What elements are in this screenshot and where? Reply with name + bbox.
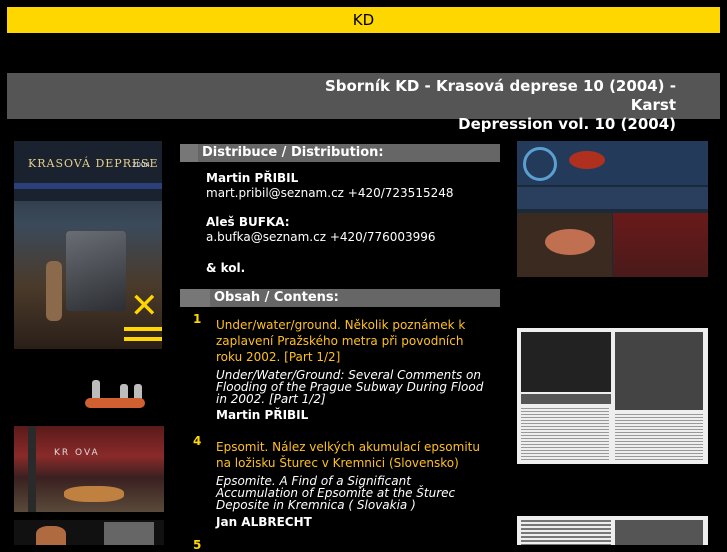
cover-x-mark: ✕: [130, 286, 159, 326]
article-title-en: Under/Water/Ground: Several Comments on …: [216, 368, 484, 406]
station-sign: KR OVA: [54, 448, 100, 458]
article-page-preview-2[interactable]: [517, 516, 708, 545]
article-title-link[interactable]: Epsomit. Nález velkých akumulací epsomit…: [216, 439, 491, 471]
distribution-header: Distribuce / Distribution:: [180, 144, 500, 162]
contact-name: Aleš BUFKA:: [206, 215, 290, 229]
cover-image[interactable]: KRASOVÁ DEPRESE 2004 ✕: [14, 141, 162, 349]
article-page-number: 5: [193, 538, 202, 552]
article-author: Jan ALBRECHT: [216, 515, 312, 529]
page-title-bar: Sborník KD - Krasová deprese 10 (2004) -…: [7, 73, 720, 133]
site-name: KD: [352, 11, 375, 29]
contact-etc: & kol.: [206, 261, 246, 275]
thumbnail-bottom[interactable]: [14, 520, 164, 545]
page-title: Sborník KD - Krasová deprese 10 (2004) -…: [324, 77, 676, 133]
cover-machine: [66, 231, 126, 311]
article-author: Martin PŘIBIL: [216, 408, 309, 422]
thumbnail-figures[interactable]: [30, 376, 154, 418]
thumbnail-subway-station[interactable]: KR OVA: [14, 426, 164, 512]
distribution-heading: Distribuce / Distribution:: [198, 144, 500, 162]
article-page-number: 1: [193, 312, 202, 326]
article-title-en: Epsomite. A Find of a Significant Accumu…: [216, 474, 456, 512]
article-page-number: 4: [193, 434, 202, 448]
cover-year: 2004: [132, 161, 150, 169]
site-header-bar: KD: [7, 7, 720, 33]
contact-name: Martin PŘIBIL: [206, 171, 299, 185]
cover-worker: [46, 261, 62, 321]
contents-heading: Obsah / Contens:: [210, 289, 500, 307]
article-title-link[interactable]: Under/water/ground. Několik poznámek k z…: [216, 317, 486, 365]
contact-2: Aleš BUFKA: a.bufka@seznam.cz +420/77600…: [206, 215, 436, 245]
contact-1: Martin PŘIBIL mart.pribil@seznam.cz +420…: [206, 171, 454, 201]
contact-line: a.bufka@seznam.cz +420/776003996: [206, 230, 436, 244]
contents-header: Obsah / Contens:: [180, 289, 500, 307]
contact-line: mart.pribil@seznam.cz +420/723515248: [206, 186, 454, 200]
article-page-preview[interactable]: [517, 328, 708, 464]
collage-image[interactable]: [517, 141, 708, 277]
